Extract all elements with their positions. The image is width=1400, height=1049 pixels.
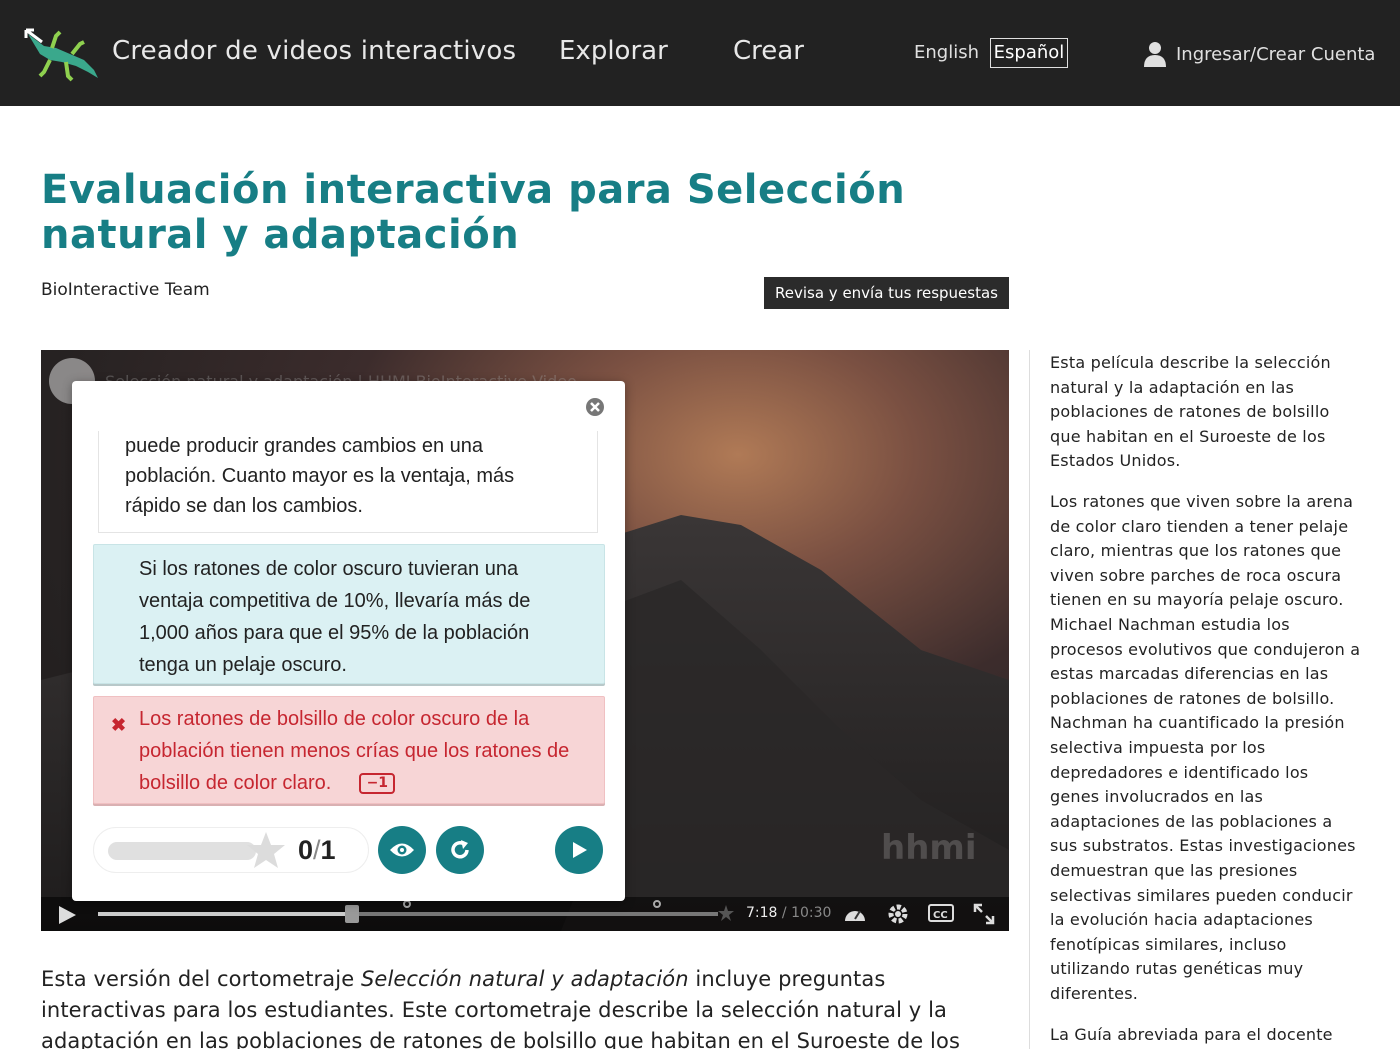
close-icon[interactable] [585,397,605,417]
nav-explorar[interactable]: Explorar [559,36,668,66]
progress-bar[interactable] [98,900,718,923]
question-marker[interactable] [403,900,411,908]
progress-thumb[interactable] [345,905,360,923]
option-text-line: puede producir grandes cambios en una [125,435,484,457]
video-controls: 7:18 / 10:30 CC [41,897,1009,931]
option-text: Los ratones de bolsillo de color oscuro … [139,708,570,794]
time-display: 7:18 / 10:30 [746,905,831,921]
lang-espanol-button[interactable]: Español [990,38,1068,68]
answer-option-previous[interactable]: puede producir grandes cambios en una po… [98,431,598,533]
hhmi-watermark: hhmi [881,828,977,868]
lizard-logo-icon[interactable] [22,26,102,84]
nav-crear[interactable]: Crear [733,36,804,66]
svg-text:CC: CC [933,910,948,921]
brand-title[interactable]: Creador de videos interactivos [112,36,516,66]
star-icon [247,832,285,868]
score-bar: 0/1 [93,827,369,873]
continue-play-button[interactable] [555,826,603,874]
option-text-line: población. Cuanto mayor es la ventaja, m… [125,465,515,487]
option-text-line: rápido se dan los cambios. [125,495,363,517]
fullscreen-icon[interactable] [973,903,995,925]
user-icon [1144,42,1166,67]
sidebar-paragraph-1: Esta película describe la selección natu… [1050,353,1331,471]
wrong-x-icon: ✖ [111,715,127,735]
sidebar-paragraph-2: Los ratones que viven sobre la arena de … [1050,492,1361,1003]
progress-fill [98,912,353,916]
speed-gauge-icon[interactable] [843,903,867,925]
score-progress-track [108,842,256,860]
lang-english-link[interactable]: English [914,42,979,63]
eye-icon [390,843,414,857]
play-icon[interactable] [57,905,77,925]
video-description: Esta versión del cortometraje Selección … [41,964,1011,1049]
settings-gear-icon[interactable] [887,903,909,925]
score-max: 1 [320,835,336,865]
score-value: 0 [298,835,314,865]
page-title: Evaluación interactiva para Selección na… [41,167,906,258]
captions-cc-icon[interactable]: CC [928,903,954,923]
description-text: Esta versión del cortometraje [41,967,361,991]
retry-icon [451,840,469,859]
submit-answers-button[interactable]: Revisa y envía tus respuestas [764,277,1009,309]
login-link[interactable]: Ingresar/Crear Cuenta [1144,40,1375,68]
duration: / 10:30 [777,905,832,921]
sidebar-divider [1029,350,1030,1049]
sidebar-paragraph-3: La Guía abreviada para el docente [1050,1025,1333,1044]
answer-option-wrong[interactable]: ✖ Los ratones de bolsillo de color oscur… [93,696,605,804]
retry-button[interactable] [436,826,484,874]
current-time: 7:18 [746,905,778,921]
answer-option-correct[interactable]: Si los ratones de color oscuro tuvieran … [93,544,605,684]
play-icon [573,842,587,858]
show-solution-button[interactable] [378,826,426,874]
top-navbar: Creador de videos interactivos Explorar … [0,0,1400,106]
penalty-badge: −1 [359,773,396,794]
score-display: 0/1 [298,835,336,865]
bookmark-star-icon[interactable] [717,903,735,923]
question-marker[interactable] [653,900,661,908]
quiz-dialog: puede producir grandes cambios en una po… [72,381,625,901]
description-film-title: Selección natural y adaptación [361,967,689,991]
login-label: Ingresar/Crear Cuenta [1176,43,1376,65]
author-name: BioInteractive Team [41,280,210,300]
option-text: Si los ratones de color oscuro tuvieran … [139,558,531,676]
